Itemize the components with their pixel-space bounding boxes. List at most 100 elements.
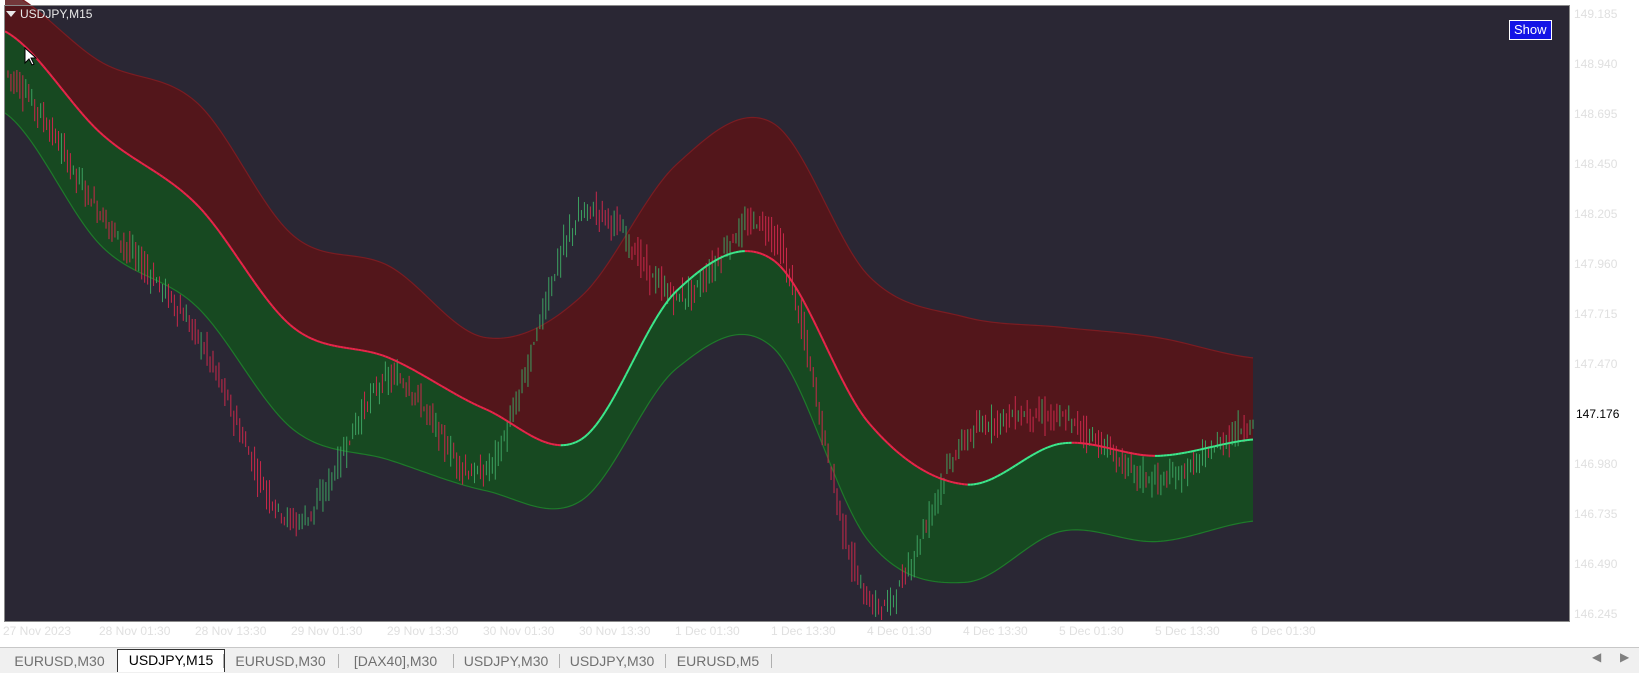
price-tick-label: 146.490 [1574, 557, 1618, 571]
price-tick-label: 146.980 [1574, 457, 1618, 471]
midline-segment [1202, 447, 1206, 450]
midline-segment [533, 436, 538, 440]
chart-tab[interactable]: USDJPY,M15 [117, 649, 225, 672]
midline-segment [491, 411, 496, 415]
midline-segment [313, 338, 318, 342]
time-tick-label: 29 Nov 01:30 [291, 624, 363, 638]
midline-segment [551, 443, 555, 446]
midline-segment [536, 437, 541, 441]
midline-segment [979, 481, 983, 485]
chart-tab[interactable]: EURUSD,M30 [2, 651, 117, 671]
midline-segment [387, 356, 392, 360]
midline-segment [732, 251, 737, 254]
midline-segment [384, 355, 389, 359]
midline-segment [1190, 449, 1194, 453]
chart-tab[interactable]: USDJPY,M30 [559, 651, 665, 671]
midline-segment [1041, 447, 1046, 451]
midline-segment [1107, 446, 1111, 450]
chart-symbol-text: USDJPY,M15 [20, 7, 93, 21]
chart-tab[interactable]: EURUSD,M5 [665, 651, 771, 671]
midline-segment [411, 368, 416, 372]
price-tick-label: 147.715 [1574, 307, 1618, 321]
midline-segment [762, 253, 767, 257]
midline-segment [304, 334, 309, 338]
chart-tab-bar: EURUSD,M30 USDJPY,M15 EURUSD,M30 [DAX40],M3… [0, 647, 1639, 673]
midline-segment [991, 476, 995, 480]
midline-segment [396, 360, 401, 364]
midline-segment [952, 481, 957, 484]
scroll-right-icon[interactable]: ▶ [1620, 650, 1629, 664]
time-tick-label: 6 Dec 01:30 [1251, 624, 1316, 638]
time-tick-label: 4 Dec 01:30 [867, 624, 932, 638]
midline-segment [1047, 445, 1052, 449]
midline-segment [373, 351, 377, 355]
midline-segment [1092, 443, 1096, 447]
price-tick-label: 146.735 [1574, 507, 1618, 521]
midline-segment [1125, 450, 1129, 454]
midline-segment [931, 474, 936, 478]
time-tick-label: 5 Dec 01:30 [1059, 624, 1124, 638]
time-tick-label: 5 Dec 13:30 [1155, 624, 1220, 638]
midline-segment [756, 251, 761, 255]
mouse-cursor-icon [24, 47, 38, 66]
midline-segment [1226, 442, 1230, 445]
midline-segment [405, 365, 410, 369]
midline-segment [1208, 445, 1212, 449]
midline-segment [1095, 444, 1099, 447]
chart-symbol-label[interactable]: USDJPY,M15 [6, 7, 92, 21]
midline-segment [1130, 452, 1135, 455]
midline-segment [1044, 446, 1049, 450]
midline-segment [1128, 451, 1132, 455]
midline-segment [331, 344, 336, 347]
midline-segment [370, 351, 374, 354]
midline-segment [530, 434, 535, 439]
collapse-triangle-icon[interactable] [6, 11, 16, 17]
midline-segment [542, 440, 547, 444]
time-tick-label: 27 Nov 2023 [3, 624, 72, 638]
midline-segment [337, 345, 341, 348]
midline-segment [408, 366, 413, 371]
midline-segment [480, 405, 484, 410]
midline-segment [1133, 452, 1138, 456]
midline-segment [402, 363, 407, 367]
midline-segment [940, 477, 945, 481]
chart-tab[interactable]: USDJPY,M30 [453, 651, 559, 671]
scroll-left-icon[interactable]: ◀ [1592, 650, 1601, 664]
midline-segment [1232, 440, 1236, 444]
midline-segment [717, 256, 722, 260]
midline-segment [1223, 442, 1227, 446]
time-tick-label: 1 Dec 13:30 [771, 624, 836, 638]
midline-segment [720, 255, 725, 259]
price-chart[interactable] [0, 0, 1639, 680]
midline-segment [1101, 445, 1105, 449]
midline-segment [976, 482, 980, 485]
price-tick-label: 148.695 [1574, 107, 1618, 121]
midline-segment [1038, 448, 1043, 453]
midline-segment [982, 480, 986, 484]
time-tick-label: 4 Dec 13:30 [963, 624, 1028, 638]
midline-segment [572, 441, 576, 445]
time-tick-label: 1 Dec 01:30 [675, 624, 740, 638]
show-button[interactable]: Show [1509, 20, 1552, 40]
midline-segment [1035, 450, 1040, 454]
midline-segment [1113, 448, 1117, 451]
midline-segment [539, 439, 544, 443]
midline-segment [985, 479, 989, 483]
midline-segment [726, 252, 731, 256]
midline-segment [548, 442, 552, 446]
chart-tab[interactable]: EURUSD,M30 [223, 651, 338, 671]
midline-segment [735, 250, 740, 254]
midline-segment [925, 471, 930, 475]
chart-tab[interactable]: [DAX40],M30 [338, 651, 453, 671]
midline-segment [465, 398, 470, 402]
midline-segment [1098, 444, 1102, 448]
midline-segment [765, 254, 770, 259]
midline-segment [723, 253, 728, 258]
midline-segment [1122, 450, 1126, 453]
midline-segment [1217, 443, 1221, 447]
midline-segment [462, 397, 467, 401]
price-tick-label: 146.245 [1574, 607, 1618, 621]
midline-segment [946, 479, 951, 483]
midline-segment [393, 359, 398, 363]
midline-segment [364, 349, 368, 353]
